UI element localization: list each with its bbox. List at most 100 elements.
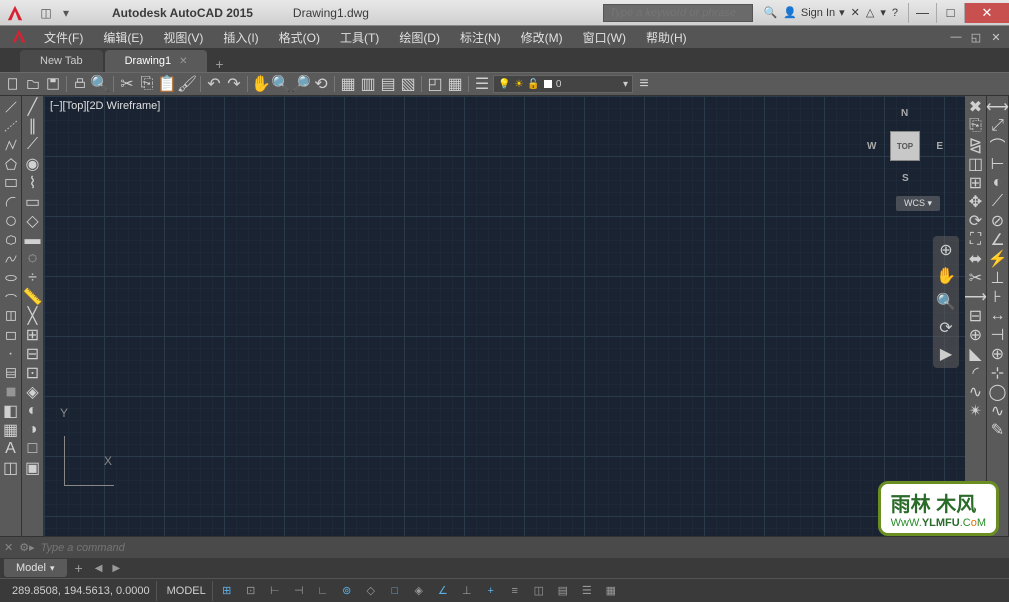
helix-icon[interactable]: ⌇ <box>24 174 42 192</box>
point-icon[interactable]: · <box>2 345 20 363</box>
mtext-icon[interactable]: A <box>2 440 20 458</box>
viewcube-e[interactable]: E <box>936 141 943 152</box>
menu-window[interactable]: 窗口(W) <box>573 29 636 46</box>
nav-orbit-icon[interactable]: ⟳ <box>936 318 956 338</box>
cut-icon[interactable]: ✂ <box>118 75 136 93</box>
maximize-button[interactable]: □ <box>936 3 964 23</box>
status-tpy-icon[interactable]: ◫ <box>529 581 549 601</box>
sheetset-icon[interactable]: ▧ <box>399 75 417 93</box>
close-button[interactable]: ✕ <box>964 3 1009 23</box>
centermark-icon[interactable]: ⊹ <box>989 364 1007 382</box>
3dpoly-icon[interactable]: ⟋ <box>24 136 42 154</box>
status-lwt-icon[interactable]: ≡ <box>505 581 525 601</box>
cmd-handle-icon[interactable]: ✕ <box>4 541 13 554</box>
dim-diameter-icon[interactable]: ⊘ <box>989 212 1007 230</box>
djogline-icon[interactable]: ∿ <box>989 402 1007 420</box>
layer-props-icon[interactable]: ☰ <box>473 75 491 93</box>
dim-continue-icon[interactable]: ⊦ <box>989 288 1007 306</box>
match-icon[interactable]: 🖌 <box>178 75 196 93</box>
chamfer-icon[interactable]: ◣ <box>967 345 985 363</box>
ray-icon[interactable]: ╱ <box>24 98 42 116</box>
tool-h-icon[interactable]: ▣ <box>24 459 42 477</box>
boundary-icon[interactable]: ◌ <box>24 250 42 268</box>
insert-icon[interactable] <box>2 307 20 325</box>
tool-a-icon[interactable]: ⊞ <box>24 326 42 344</box>
markup-icon[interactable]: ◰ <box>426 75 444 93</box>
wcs-label[interactable]: WCS ▾ <box>896 196 940 211</box>
tool-e-icon[interactable]: ◐ <box>24 402 42 420</box>
dimedit-icon[interactable]: ✎ <box>989 421 1007 439</box>
layout-nav-left-icon[interactable]: ◀ <box>91 563 107 574</box>
help-icon[interactable]: ? <box>892 7 898 19</box>
zoom-icon[interactable]: 🔍 <box>272 75 290 93</box>
mdi-close-button[interactable]: ✕ <box>987 29 1005 45</box>
layout-nav-right-icon[interactable]: ▶ <box>108 563 124 574</box>
app-menu-button[interactable] <box>4 28 34 47</box>
copy-icon[interactable]: ⎘ <box>138 75 156 93</box>
preview-icon[interactable]: 🔍 <box>91 75 109 93</box>
line-icon[interactable] <box>2 98 20 116</box>
tool-f-icon[interactable]: ◑ <box>24 421 42 439</box>
erase-icon[interactable]: ✖ <box>967 98 985 116</box>
toolpalette-icon[interactable]: ▤ <box>379 75 397 93</box>
tool-b-icon[interactable]: ⊟ <box>24 345 42 363</box>
move-icon[interactable]: ✥ <box>967 193 985 211</box>
dim-linear-icon[interactable]: ⟷ <box>989 98 1007 116</box>
layout-tab-model[interactable]: Model ▾ <box>4 559 67 577</box>
zoom-prev-icon[interactable]: ⟲ <box>312 75 330 93</box>
help-chevron-icon[interactable]: ▾ <box>880 6 886 19</box>
donut-icon[interactable]: ◉ <box>24 155 42 173</box>
fillet-icon[interactable]: ◜ <box>967 364 985 382</box>
status-3dosnap-icon[interactable]: ◈ <box>409 581 429 601</box>
menu-format[interactable]: 格式(O) <box>269 29 330 46</box>
trim-icon[interactable]: ✂ <box>967 269 985 287</box>
nav-showmotion-icon[interactable]: ▶ <box>936 344 956 364</box>
status-qp-icon[interactable]: ▤ <box>553 581 573 601</box>
mirror-icon[interactable]: ⧎ <box>967 136 985 154</box>
3dface-icon[interactable]: ◇ <box>24 212 42 230</box>
offset-icon[interactable]: ◫ <box>967 155 985 173</box>
measure-icon[interactable]: 📏 <box>24 288 42 306</box>
xline2-icon[interactable]: ╳ <box>24 307 42 325</box>
viewcube-s[interactable]: S <box>902 173 909 184</box>
dim-jogged-icon[interactable]: ⟋ <box>989 193 1007 211</box>
tab-drawing1[interactable]: Drawing1 ✕ <box>105 50 208 72</box>
paste-icon[interactable]: 📋 <box>158 75 176 93</box>
arc-icon[interactable] <box>2 193 20 211</box>
viewport-label[interactable]: [−][Top][2D Wireframe] <box>50 100 160 112</box>
ellipsearc-icon[interactable] <box>2 288 20 306</box>
print-icon[interactable] <box>71 75 89 93</box>
app-logo[interactable] <box>0 0 30 26</box>
status-ortho-icon[interactable]: ∟ <box>313 581 333 601</box>
qat-open-icon[interactable]: ▾ <box>58 5 74 21</box>
infocenter-icon[interactable]: 🔍 <box>763 6 777 19</box>
viewcube-face[interactable]: TOP <box>890 131 920 161</box>
menu-tools[interactable]: 工具(T) <box>330 29 389 46</box>
dim-angular-icon[interactable]: ∠ <box>989 231 1007 249</box>
tool-d-icon[interactable]: ◈ <box>24 383 42 401</box>
mdi-minimize-button[interactable]: — <box>947 29 965 45</box>
zoom-flyout-icon[interactable]: 🔎 <box>292 75 310 93</box>
dim-baseline-icon[interactable]: ⊥ <box>989 269 1007 287</box>
nav-pan-icon[interactable]: ✋ <box>936 266 956 286</box>
block-icon[interactable] <box>2 326 20 344</box>
dim-ordinate-icon[interactable]: ⊢ <box>989 155 1007 173</box>
minimize-button[interactable]: — <box>908 3 936 23</box>
menu-help[interactable]: 帮助(H) <box>636 29 697 46</box>
status-iso-icon[interactable]: ◇ <box>361 581 381 601</box>
nav-zoom-icon[interactable]: 🔍 <box>936 292 956 312</box>
dim-space-icon[interactable]: ↔ <box>989 307 1007 325</box>
menu-view[interactable]: 视图(V) <box>153 29 213 46</box>
menu-draw[interactable]: 绘图(D) <box>389 29 450 46</box>
dim-radius-icon[interactable]: ◐ <box>989 174 1007 192</box>
status-infer-icon[interactable]: ⊢ <box>265 581 285 601</box>
hatch-icon[interactable] <box>2 364 20 382</box>
layer-combo[interactable]: 💡 ☀ 🔓 0 ▾ <box>493 75 633 93</box>
layer-prev-icon[interactable]: ≡ <box>635 75 653 93</box>
status-dyninput-icon[interactable]: + <box>481 581 501 601</box>
break-icon[interactable]: ⊟ <box>967 307 985 325</box>
viewcube-w[interactable]: W <box>867 141 876 152</box>
pan-icon[interactable]: ✋ <box>252 75 270 93</box>
drawing-canvas[interactable]: [−][Top][2D Wireframe] Y X N S E W TOP W… <box>44 96 965 536</box>
wipeout-icon[interactable]: ▭ <box>24 193 42 211</box>
